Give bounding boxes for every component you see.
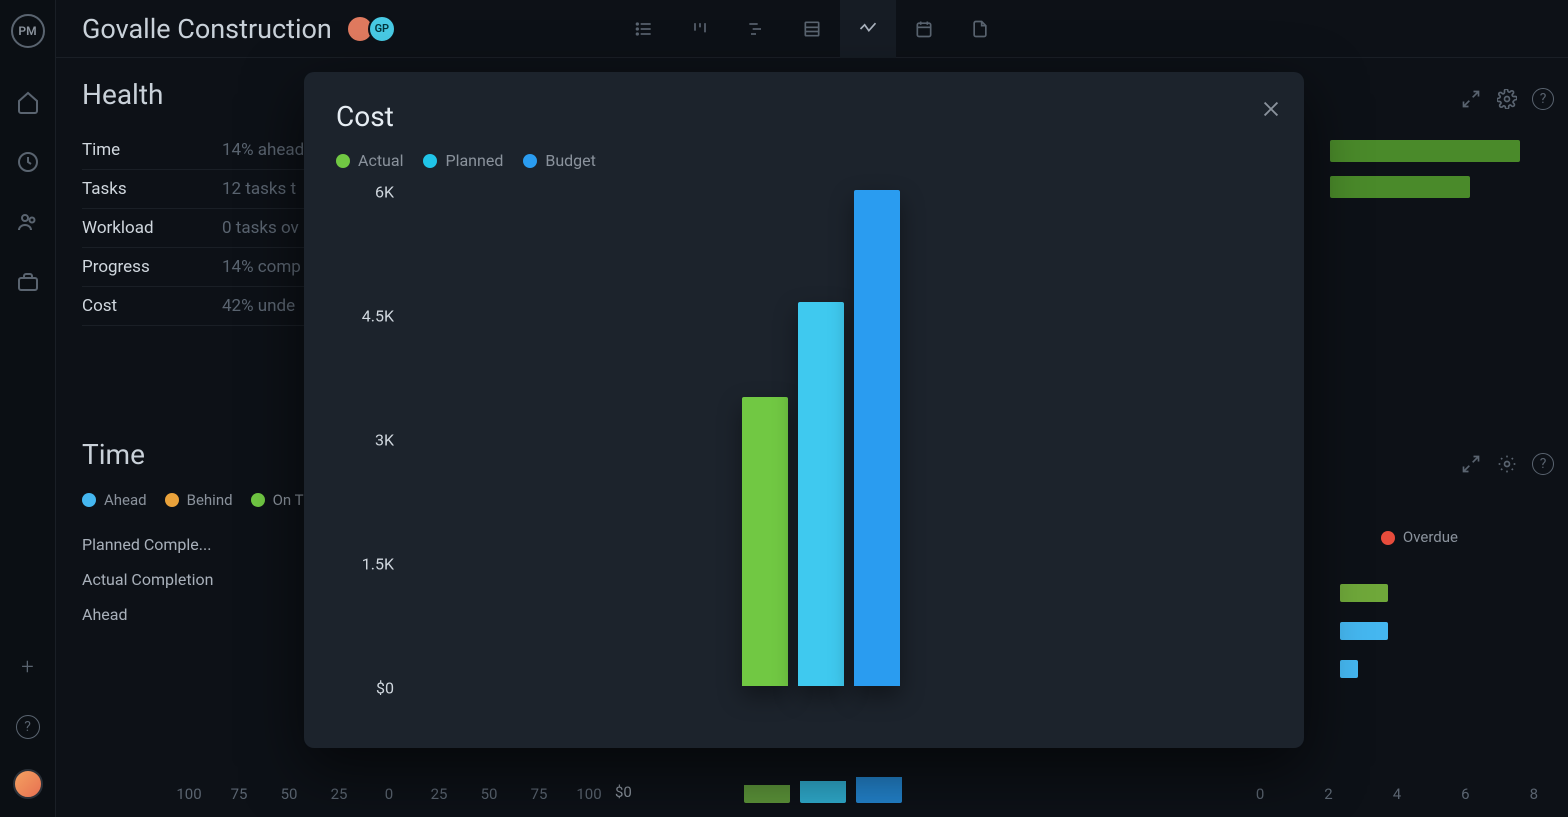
modal-title: Cost [336, 100, 1272, 133]
axis-tick: 100 [176, 785, 202, 803]
help-icon[interactable]: ? [16, 715, 40, 739]
right-x-axis: 0 2 4 6 8 [1256, 785, 1538, 803]
board-view-tab[interactable] [672, 0, 728, 58]
axis-tick: 0 [376, 785, 402, 803]
bar-budget[interactable] [854, 190, 900, 686]
files-view-tab[interactable] [952, 0, 1008, 58]
legend-item-planned: Planned [423, 151, 503, 170]
y-tick: $0 [352, 679, 394, 698]
user-avatar[interactable] [13, 769, 43, 799]
axis-tick: 25 [326, 785, 352, 803]
health-value: 0 tasks ov [222, 218, 299, 238]
expand-icon[interactable] [1460, 453, 1482, 475]
legend-item: Behind [165, 491, 233, 509]
sheet-view-tab[interactable] [784, 0, 840, 58]
expand-icon[interactable] [1460, 88, 1482, 110]
panel-help-icon[interactable]: ? [1532, 88, 1554, 110]
axis-tick: 25 [426, 785, 452, 803]
health-label: Cost [82, 296, 222, 316]
view-tabs [616, 0, 1008, 58]
settings-icon[interactable] [1496, 88, 1518, 110]
list-view-tab[interactable] [616, 0, 672, 58]
bg-cost-bars [744, 777, 902, 803]
time-x-axis: 100 75 50 25 0 25 50 75 100 [176, 785, 602, 803]
avatar[interactable]: GP [368, 15, 396, 43]
health-label: Tasks [82, 179, 222, 199]
axis-tick: 2 [1324, 785, 1332, 803]
project-title: Govalle Construction [82, 13, 332, 45]
axis-tick: 4 [1393, 785, 1401, 803]
settings-icon[interactable] [1496, 453, 1518, 475]
calendar-view-tab[interactable] [896, 0, 952, 58]
legend-item-actual: Actual [336, 151, 403, 170]
health-label: Workload [82, 218, 222, 238]
overdue-dot-icon [1381, 531, 1395, 545]
chart-area: 6K4.5K3K1.5K$0 [352, 192, 1264, 724]
app-logo[interactable]: PM [11, 14, 45, 48]
panel-actions: ? [1460, 88, 1554, 110]
dashboard-view-tab[interactable] [840, 0, 896, 58]
close-button[interactable] [1256, 94, 1286, 124]
axis-tick: 75 [526, 785, 552, 803]
briefcase-icon[interactable] [16, 270, 40, 294]
legend-item-budget: Budget [523, 151, 596, 170]
health-value: 14% comp [222, 257, 301, 277]
y-tick: 4.5K [352, 307, 394, 326]
health-value: 14% ahead [222, 140, 304, 160]
gantt-view-tab[interactable] [728, 0, 784, 58]
chart-legend: Actual Planned Budget [336, 151, 1272, 170]
bar-actual[interactable] [742, 397, 788, 686]
left-nav-rail: PM + ? [0, 0, 56, 817]
axis-tick: 75 [226, 785, 252, 803]
add-icon[interactable]: + [16, 655, 40, 679]
axis-tick: 50 [476, 785, 502, 803]
health-label: Time [82, 140, 222, 160]
bg-mini-bars [1340, 584, 1388, 698]
axis-tick: 0 [1256, 785, 1264, 803]
health-value: 42% unde [222, 296, 295, 316]
bar-planned[interactable] [798, 302, 844, 686]
cost-y-tick: $0 [615, 783, 632, 801]
y-tick: 6K [352, 183, 394, 202]
panel-actions: ? [1460, 453, 1554, 475]
y-tick: 3K [352, 431, 394, 450]
axis-tick: 8 [1530, 785, 1538, 803]
panel-help-icon[interactable]: ? [1532, 453, 1554, 475]
legend-item: On T [251, 491, 304, 509]
legend-item: Ahead [82, 491, 147, 509]
health-label: Progress [82, 257, 222, 277]
bg-progress-bars [1330, 140, 1530, 212]
cost-modal: Cost Actual Planned Budget 6K 4.5K 3K 1.5K $… [304, 72, 1304, 748]
axis-tick: 6 [1461, 785, 1469, 803]
overdue-legend: Overdue [1381, 528, 1458, 546]
health-value: 12 tasks t [222, 179, 296, 199]
clock-icon[interactable] [16, 150, 40, 174]
axis-tick: 50 [276, 785, 302, 803]
axis-tick: 100 [576, 785, 602, 803]
people-icon[interactable] [16, 210, 40, 234]
bars-container [742, 190, 900, 686]
home-icon[interactable] [16, 90, 40, 114]
top-bar: Govalle Construction GP [56, 0, 1568, 58]
y-tick: 1.5K [352, 555, 394, 574]
project-members[interactable]: GP [352, 15, 396, 43]
